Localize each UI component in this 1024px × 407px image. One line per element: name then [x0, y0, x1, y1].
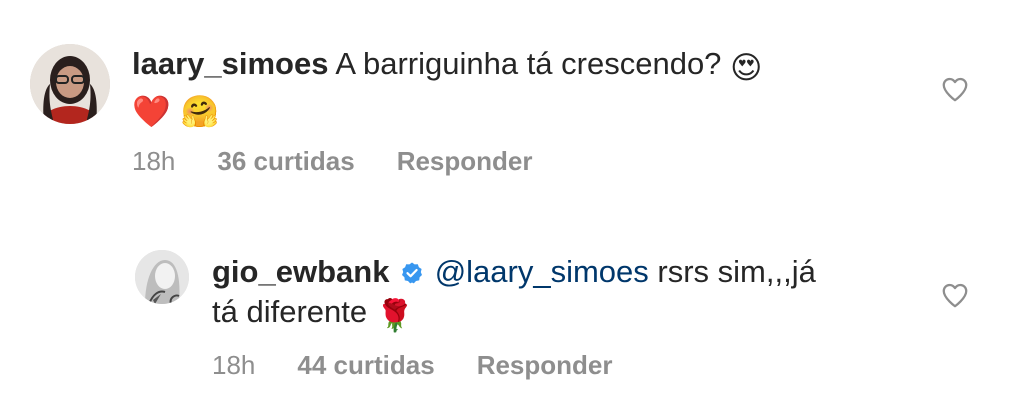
like-button[interactable]	[940, 74, 970, 104]
comment-likes[interactable]: 36 curtidas	[217, 146, 354, 177]
verified-badge-icon	[402, 262, 423, 284]
comment-time: 18h	[132, 146, 176, 176]
comment-likes[interactable]: 44 curtidas	[297, 350, 434, 381]
comment-body: A barriguinha tá crescendo?	[335, 46, 722, 81]
reply-button[interactable]: Responder	[397, 146, 533, 177]
heart-eyes-emoji: 😍	[730, 50, 763, 86]
comment-meta: 18h 36 curtidas Responder	[132, 146, 533, 177]
comment-item: laary_simoes A barriguinha tá crescendo?…	[0, 0, 1024, 200]
mention-link[interactable]: @laary_simoes	[435, 254, 649, 289]
heart-outline-icon	[942, 77, 968, 102]
avatar[interactable]	[30, 44, 110, 124]
comment-body: rsrs sim,,,já	[657, 254, 816, 289]
comment-body-line2: tá diferente	[212, 294, 368, 329]
like-button[interactable]	[940, 280, 970, 310]
rose-emoji: 🌹	[375, 298, 415, 334]
comment-time: 18h	[212, 350, 256, 380]
comment-username[interactable]: laary_simoes	[132, 46, 328, 81]
comment-text: gio_ewbank @laary_simoes rsrs sim,,,já t…	[212, 252, 932, 336]
heart-outline-icon	[942, 283, 968, 308]
comment-meta: 18h 44 curtidas Responder	[212, 350, 613, 381]
reply-item: gio_ewbank @laary_simoes rsrs sim,,,já t…	[0, 200, 1024, 407]
comment-username[interactable]: gio_ewbank	[212, 254, 389, 289]
heart-hug-emoji: ❤️ 🤗	[132, 94, 220, 130]
avatar[interactable]	[135, 250, 189, 304]
comment-text: laary_simoes A barriguinha tá crescendo?…	[132, 44, 892, 132]
reply-button[interactable]: Responder	[477, 350, 613, 381]
